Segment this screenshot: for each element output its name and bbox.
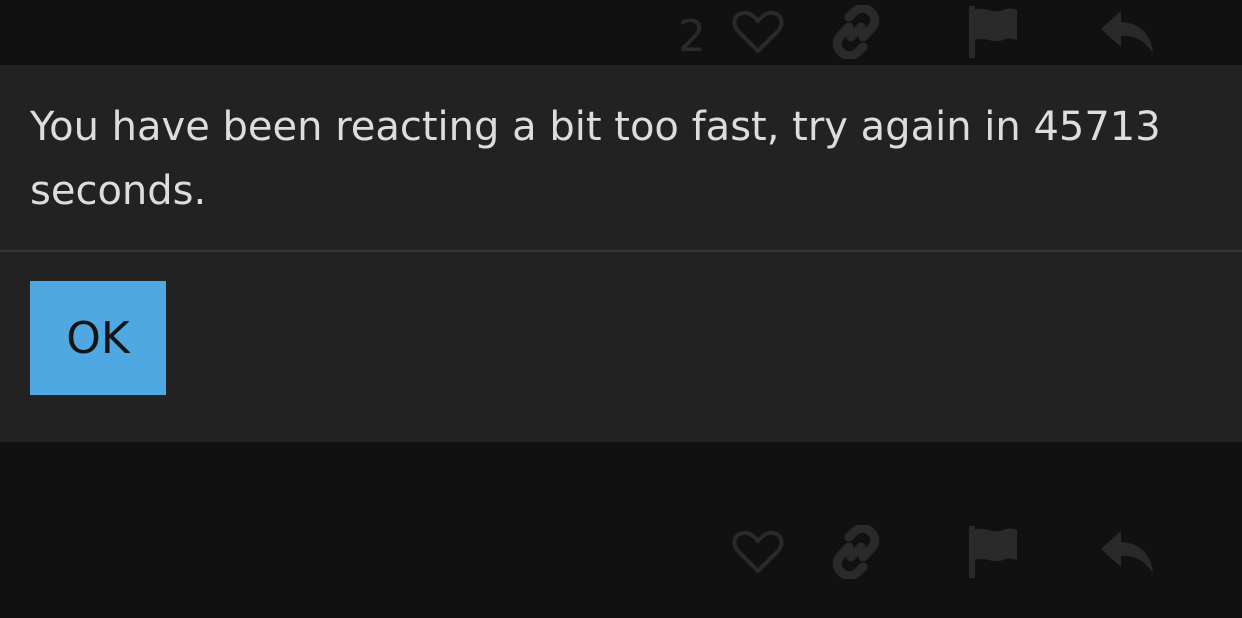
dialog-message: You have been reacting a bit too fast, t… bbox=[30, 104, 1161, 214]
heart-icon[interactable] bbox=[730, 522, 786, 582]
like-count: 2 bbox=[678, 11, 706, 62]
rate-limit-dialog: You have been reacting a bit too fast, t… bbox=[0, 65, 1242, 442]
flag-icon[interactable] bbox=[964, 522, 1020, 582]
heart-icon[interactable] bbox=[730, 2, 786, 62]
post-actions-bottom bbox=[0, 522, 1242, 582]
reply-icon[interactable] bbox=[1098, 2, 1158, 62]
ok-button[interactable]: OK bbox=[30, 281, 166, 395]
flag-icon[interactable] bbox=[964, 2, 1020, 62]
post-actions-top: 2 bbox=[0, 2, 1242, 62]
dialog-body: You have been reacting a bit too fast, t… bbox=[0, 65, 1242, 252]
link-icon[interactable] bbox=[828, 2, 884, 62]
dialog-footer: OK bbox=[0, 252, 1242, 395]
reply-icon[interactable] bbox=[1098, 522, 1158, 582]
link-icon[interactable] bbox=[828, 522, 884, 582]
page: 2 You have been reacting a bit too fast,… bbox=[0, 0, 1242, 618]
